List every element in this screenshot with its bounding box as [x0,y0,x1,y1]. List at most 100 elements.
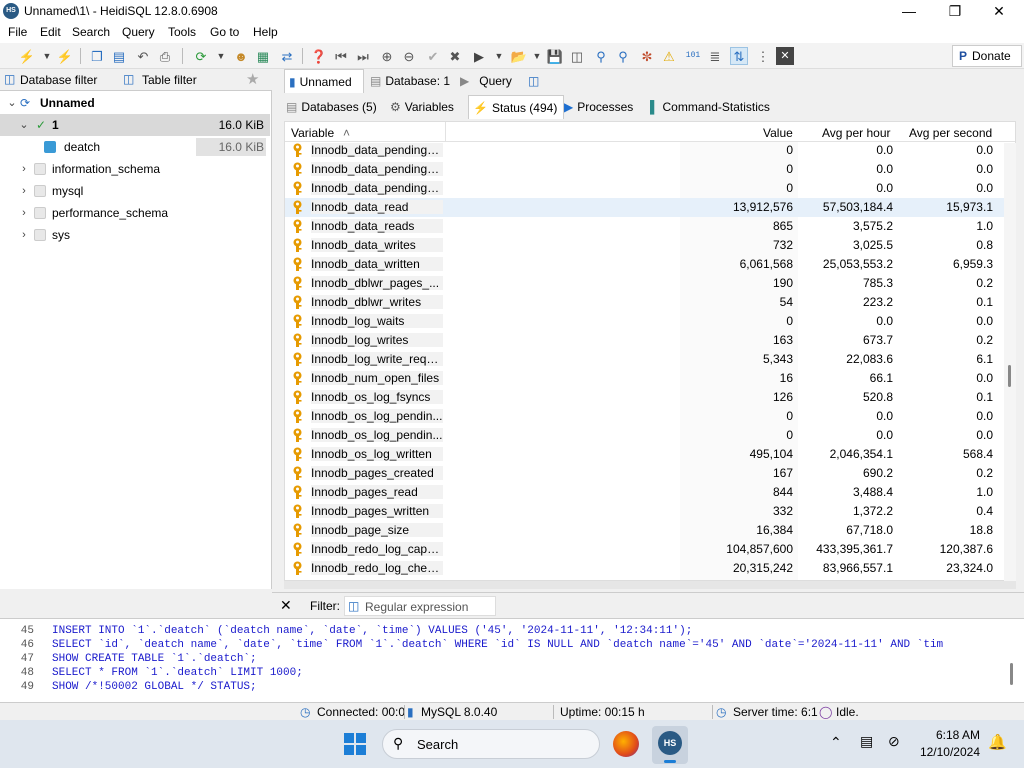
wrap-lines-icon[interactable]: ≣ [706,47,724,65]
disconnect-icon[interactable]: ⚡ [56,47,74,65]
print-icon[interactable]: ⎙ [156,47,174,65]
vertical-scrollbar[interactable] [1004,143,1016,581]
refresh-icon[interactable]: ⟳ [192,47,210,65]
clock-date[interactable]: 12/10/2024 [918,745,980,759]
column-header-avg-per-second[interactable]: Avg per second [909,126,992,140]
table-row[interactable]: Innodb_data_written 6,061,568 25,053,553.2… [285,255,1015,274]
connect-icon[interactable]: ⚡ [18,47,36,65]
cancel-record-icon[interactable]: ✖ [446,47,464,65]
table-row[interactable]: Innodb_log_waits 0 0.0 0.0 [285,312,1015,331]
last-record-icon[interactable]: ⏭ [354,47,372,65]
tree-item-connection[interactable]: ⌄ ⟳ Unnamed [0,92,270,114]
open-folder-icon[interactable]: 📂 [510,47,528,65]
chevron-right-icon[interactable]: › [18,180,30,202]
tab-database[interactable]: ▤ Database: 1 [368,69,450,93]
tab-query[interactable]: ▶ Query [460,69,512,93]
tab-host[interactable]: ▮ Unnamed [284,69,364,93]
column-header-value[interactable]: Value [763,126,793,140]
sql-log[interactable]: 45 INSERT INTO `1`.`deatch` (`deatch name… [0,618,1024,702]
menu-query[interactable]: Query [122,25,155,39]
table-row[interactable]: Innodb_redo_log_capa... 104,857,600 433,39… [285,540,1015,559]
database-filter-input[interactable]: Database filter [20,73,97,87]
subtab-status[interactable]: ⚡ Status (494) [468,95,565,119]
close-window-button[interactable]: ✕ [976,0,1022,22]
subtab-processes[interactable]: ▶ Processes [564,95,633,119]
find-replace-icon[interactable]: ⚲ [614,47,632,65]
find-icon[interactable]: ⚲ [592,47,610,65]
status-grid[interactable]: Variable ˄ Value Avg per hour Avg per se… [284,121,1016,581]
chevron-down-icon[interactable]: ⌄ [18,114,30,136]
export-icon[interactable]: ▦ [254,47,272,65]
chevron-right-icon[interactable]: › [18,202,30,224]
tree-item-table-deatch[interactable]: deatch 16.0 KiB [0,136,270,158]
table-row[interactable]: Innodb_data_pending_... 0 0.0 0.0 [285,179,1015,198]
clock-time[interactable]: 6:18 AM [918,728,980,742]
warnings-icon[interactable]: ⚠ [660,47,678,65]
dropdown-arrow-icon[interactable]: ▼ [490,47,508,65]
menu-goto[interactable]: Go to [210,25,239,39]
table-row[interactable]: Innodb_os_log_pendin... 0 0.0 0.0 [285,426,1015,445]
user-manager-icon[interactable]: ☻ [232,47,250,65]
table-row[interactable]: Innodb_log_writes 163 673.7 0.2 [285,331,1015,350]
tree-item-performance-schema[interactable]: › performance_schema [0,202,270,224]
table-row[interactable]: Innodb_data_reads 865 3,575.2 1.0 [285,217,1015,236]
menu-tools[interactable]: Tools [168,25,196,39]
menu-help[interactable]: Help [253,25,278,39]
chevron-down-icon[interactable]: ⌄ [6,92,18,114]
volume-muted-icon[interactable]: ⊘ [888,733,900,750]
minimize-button[interactable]: — [886,0,932,22]
dropdown-arrow-icon[interactable]: ▼ [528,47,546,65]
first-record-icon[interactable]: ⏮ [332,47,350,65]
table-row[interactable]: Innodb_num_open_files 16 66.1 0.0 [285,369,1015,388]
more-options-icon[interactable]: ⋮ [754,47,772,65]
binary-icon[interactable]: 101 [684,47,702,65]
table-row[interactable]: Innodb_page_size 16,384 67,718.0 18.8 [285,521,1015,540]
undo-icon[interactable]: ↶ [134,47,152,65]
table-row[interactable]: Innodb_os_log_pendin... 0 0.0 0.0 [285,407,1015,426]
chevron-up-icon[interactable]: ⌃ [830,734,842,751]
dropdown-arrow-icon[interactable]: ▼ [38,47,56,65]
clear-icon[interactable]: ✼ [638,47,656,65]
close-tab-icon[interactable]: ✕ [776,47,794,65]
horizontal-scrollbar[interactable] [284,581,1016,589]
table-row[interactable]: Innodb_data_pending_... 0 0.0 0.0 [285,141,1015,160]
taskbar-search[interactable]: ⚲ Search [382,729,600,759]
heidisql-taskbar-button[interactable]: HS [652,726,688,764]
filter-input[interactable]: ◫ Regular expression [344,596,496,616]
table-row[interactable]: Innodb_redo_log_chec... 20,315,242 83,966,… [285,559,1015,578]
table-row[interactable]: Innodb_dblwr_writes 54 223.2 0.1 [285,293,1015,312]
run-query-icon[interactable]: ▶ [470,47,488,65]
paste-icon[interactable]: ▤ [110,47,128,65]
table-row[interactable]: Innodb_data_writes 732 3,025.5 0.8 [285,236,1015,255]
column-header-variable[interactable]: Variable [291,126,334,140]
menu-edit[interactable]: Edit [40,25,61,39]
windows-start-icon[interactable] [344,733,366,755]
dropdown-arrow-icon[interactable]: ▼ [212,47,230,65]
table-row[interactable]: Innodb_data_read 13,912,576 57,503,184.4 15… [285,198,1015,217]
sync-icon[interactable]: ⇄ [278,47,296,65]
subtab-databases[interactable]: ▤ Databases (5) [286,95,377,119]
table-row[interactable]: Innodb_pages_created 167 690.2 0.2 [285,464,1015,483]
tree-item-mysql[interactable]: › mysql [0,180,270,202]
scrollbar-thumb[interactable] [1008,365,1011,387]
help-icon[interactable]: ❓ [310,47,328,65]
firefox-icon[interactable] [613,731,639,757]
donate-button[interactable]: P Donate [952,45,1022,67]
autorefresh-icon[interactable]: ⇅ [730,47,748,65]
menu-search[interactable]: Search [72,25,110,39]
chevron-right-icon[interactable]: › [18,224,30,246]
table-row[interactable]: Innodb_dblwr_pages_... 190 785.3 0.2 [285,274,1015,293]
sql-scrollbar-thumb[interactable] [1010,663,1013,685]
close-filter-icon[interactable]: ✕ [280,597,292,614]
table-row[interactable]: Innodb_data_pending_... 0 0.0 0.0 [285,160,1015,179]
column-header-avg-per-hour[interactable]: Avg per hour [822,126,891,140]
table-row[interactable]: Innodb_os_log_written 495,104 2,046,354.1 5… [285,445,1015,464]
menu-file[interactable]: File [8,25,27,39]
subtab-command-statistics[interactable]: ▌ Command-Statistics [650,95,770,119]
subtab-variables[interactable]: ⚙ Variables [390,95,454,119]
post-record-icon[interactable]: ✔ [424,47,442,65]
tree-item-sys[interactable]: › sys [0,224,270,246]
network-icon[interactable]: ▤ [860,733,873,750]
copy-icon[interactable]: ❐ [88,47,106,65]
table-row[interactable]: Innodb_log_write_requ... 5,343 22,083.6 6.1 [285,350,1015,369]
